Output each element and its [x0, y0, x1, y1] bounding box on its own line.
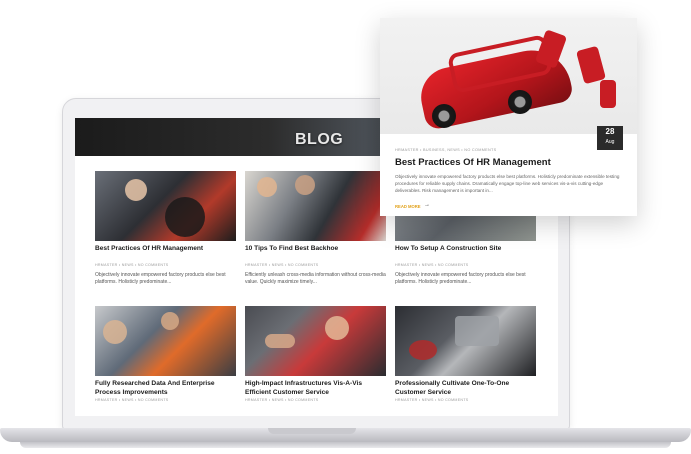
- blog-card-title[interactable]: High-Impact Infrastructures Vis-A-Vis Ef…: [245, 380, 386, 397]
- blog-card[interactable]: Best Practices Of HR Management HRMASTER…: [95, 171, 236, 286]
- car-door-illustration: [575, 45, 607, 85]
- hero-title: BLOG: [295, 131, 344, 148]
- featured-post-title[interactable]: Best Practices Of HR Management: [395, 157, 551, 168]
- date-day: 28: [605, 127, 615, 136]
- blog-card-meta: HRMASTER • NEWS • NO COMMENTS: [245, 398, 319, 402]
- blog-card-excerpt: Efficiently unleash cross-media informat…: [245, 272, 386, 285]
- blog-card-title[interactable]: How To Setup A Construction Site: [395, 245, 536, 262]
- blog-card-meta: HRMASTER • NEWS • NO COMMENTS: [245, 263, 319, 267]
- blog-card-meta: HRMASTER • NEWS • NO COMMENTS: [95, 263, 169, 267]
- wheel-illustration: [508, 90, 532, 114]
- blog-card[interactable]: Fully Researched Data And Enterprise Pro…: [95, 306, 236, 402]
- blog-card[interactable]: 10 Tips To Find Best Backhoe HRMASTER • …: [245, 171, 386, 286]
- blog-card-image[interactable]: [95, 171, 236, 241]
- blog-card-excerpt: Objectively innovate empowered factory p…: [95, 272, 226, 285]
- laptop-foot: [20, 442, 671, 448]
- blog-card-image[interactable]: [245, 306, 386, 376]
- blog-card-title[interactable]: Professionally Cultivate One-To-One Cust…: [395, 380, 536, 397]
- featured-post-excerpt: Objectively innovate empowered factory p…: [395, 174, 620, 193]
- blog-card-meta: HRMASTER • NEWS • NO COMMENTS: [395, 398, 469, 402]
- date-badge: 28 Aug: [597, 126, 623, 150]
- laptop-notch: [268, 428, 356, 434]
- blog-card-meta: HRMASTER • NEWS • NO COMMENTS: [95, 398, 169, 402]
- arrow-right-icon[interactable]: →: [424, 202, 430, 208]
- featured-post-card[interactable]: 28 Aug HRMASTER • BUSINESS, NEWS • NO CO…: [380, 18, 637, 216]
- blog-card-image[interactable]: [395, 306, 536, 376]
- blog-card-image[interactable]: [95, 306, 236, 376]
- blog-card-excerpt: Objectively innovate empowered factory p…: [395, 272, 526, 285]
- featured-post-image[interactable]: [380, 18, 637, 134]
- blog-card-meta: HRMASTER • NEWS • NO COMMENTS: [395, 263, 469, 267]
- car-door-illustration: [600, 80, 616, 108]
- blog-card[interactable]: High-Impact Infrastructures Vis-A-Vis Ef…: [245, 306, 386, 402]
- blog-card[interactable]: Professionally Cultivate One-To-One Cust…: [395, 306, 536, 402]
- blog-card-image[interactable]: [245, 171, 386, 241]
- wheel-illustration: [432, 104, 456, 128]
- blog-card-title[interactable]: 10 Tips To Find Best Backhoe: [245, 245, 386, 262]
- blog-card-title[interactable]: Best Practices Of HR Management: [95, 245, 236, 262]
- blog-card-title[interactable]: Fully Researched Data And Enterprise Pro…: [95, 380, 236, 397]
- featured-post-meta: HRMASTER • BUSINESS, NEWS • NO COMMENTS: [395, 148, 497, 152]
- read-more-link[interactable]: READ MORE: [395, 204, 421, 209]
- date-month: Aug: [605, 139, 615, 145]
